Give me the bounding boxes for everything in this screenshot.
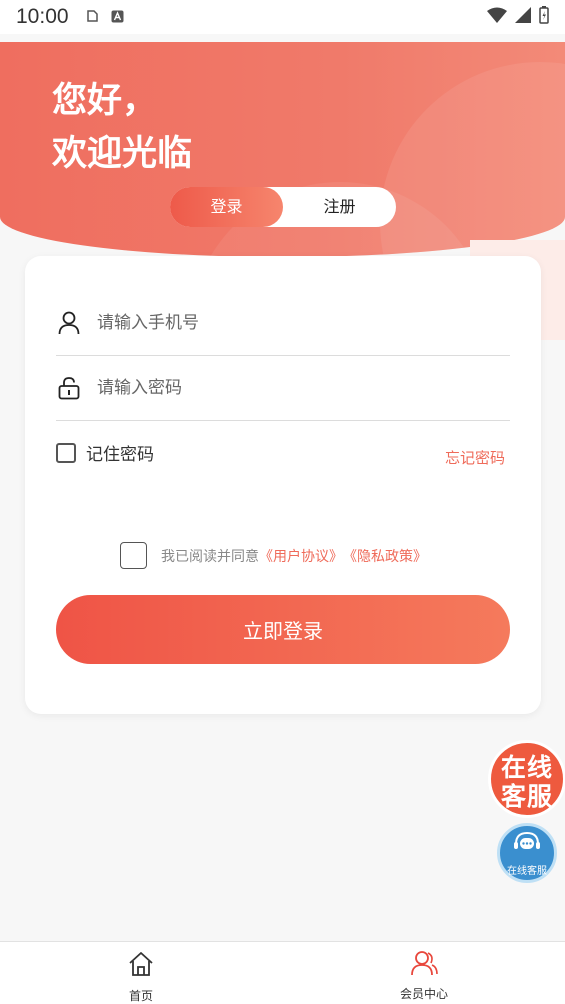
remember-checkbox[interactable] <box>56 442 76 463</box>
user-agreement-link[interactable]: 《用户协议》 <box>259 546 343 566</box>
user-icon <box>410 950 438 980</box>
remember-password[interactable]: 记住密码 <box>56 440 154 465</box>
welcome-text: 欢迎光临 <box>52 134 193 174</box>
customer-service-button[interactable]: 在线客服 <box>497 823 557 883</box>
phone-input[interactable] <box>97 312 477 333</box>
password-field <box>56 355 510 421</box>
nav-item-home[interactable]: 首页 <box>101 950 181 1004</box>
nav-label-home: 首页 <box>128 989 153 1003</box>
bottom-nav: 首页 会员中心 <box>0 941 565 1004</box>
agreement-row: 我已阅读并同意 《用户协议》 《隐私政策》 <box>120 542 427 569</box>
tab-register[interactable]: 注册 <box>283 187 396 227</box>
app-notification-icon <box>111 8 124 27</box>
phone-field <box>56 290 510 356</box>
headset-chat-icon <box>512 830 542 860</box>
status-bar: 10:00 <box>0 0 565 34</box>
agree-checkbox[interactable] <box>120 542 147 569</box>
wifi-icon <box>487 7 507 27</box>
signal-icon <box>515 7 531 27</box>
user-icon <box>56 310 82 336</box>
agree-prefix: 我已阅读并同意 <box>161 548 259 565</box>
tab-login[interactable]: 登录 <box>170 187 283 227</box>
nav-label-member-center: 会员中心 <box>399 987 448 1001</box>
remember-label: 记住密码 <box>86 445 154 465</box>
greeting-text: 您好， <box>52 81 158 121</box>
home-icon <box>127 950 155 982</box>
battery-icon <box>539 6 549 28</box>
sd-card-icon <box>85 8 99 27</box>
login-card: 记住密码 忘记密码 我已阅读并同意 《用户协议》 《隐私政策》 立即登录 <box>25 256 541 714</box>
password-input[interactable] <box>97 377 477 398</box>
nav-item-member-center[interactable]: 会员中心 <box>384 950 464 1002</box>
customer-service-badge[interactable]: 在线客服 <box>488 740 565 818</box>
lock-icon <box>56 375 82 401</box>
login-register-tabs: 登录 注册 <box>170 187 396 227</box>
status-time: 10:00 <box>16 5 69 28</box>
customer-service-label: 在线客服 <box>507 865 547 877</box>
login-button[interactable]: 立即登录 <box>56 595 510 664</box>
forgot-password-link[interactable]: 忘记密码 <box>445 447 505 468</box>
privacy-policy-link[interactable]: 《隐私政策》 <box>343 546 427 566</box>
